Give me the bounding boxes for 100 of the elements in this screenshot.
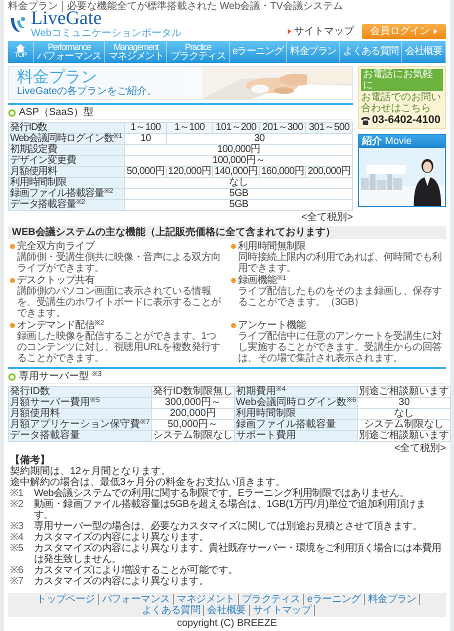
feature-title: アンケート機能 xyxy=(238,320,306,331)
table-cell: なし xyxy=(358,408,451,420)
feature-title: オンデマンド配信$^{※2}$ xyxy=(17,320,104,331)
ring-bullet-icon xyxy=(8,372,16,380)
panel-title: 紹介 xyxy=(362,136,382,147)
row-header: サポート費用 xyxy=(234,430,358,442)
tax-note: <全て税別> xyxy=(301,212,353,223)
footnote-mark: ※6 xyxy=(10,565,25,576)
footnote-mark: ※2 xyxy=(10,499,25,512)
bullet-icon xyxy=(10,323,15,328)
footnote-mark: ※5 xyxy=(10,543,25,556)
table-cell: システム制限なし xyxy=(151,430,234,442)
nav-tab[interactable]: Practice プラクティス xyxy=(167,41,230,63)
arrow-icon xyxy=(433,29,438,34)
nav-tab[interactable]: Performance パフォーマンス xyxy=(34,41,106,63)
row-header: データ搭載容量$^{※2}$ xyxy=(8,200,125,210)
footnote-text: Web会議システムでの利用に関する制限です。Eラーニング利用制限ではありません。 xyxy=(34,488,410,499)
nav-tab[interactable]: 料金プラン xyxy=(287,41,340,63)
nav-tab[interactable]: Management マネジメント xyxy=(105,41,168,63)
table-cell: 101～200 xyxy=(212,122,260,134)
row-header: 月額使用料 xyxy=(8,408,152,420)
table-cell: 1～100 xyxy=(124,122,166,134)
feature-title: 利用時間無制限 xyxy=(238,241,306,252)
logo-subtitle: Webコミュニケーションポータル xyxy=(31,28,182,39)
footnote-text: カスタマイズの内容により異なります。貴社既存サーバー・環境をご利用頂く場合には本費用は発生致しません。 xyxy=(34,543,442,565)
table-cell: 120,000円 xyxy=(166,166,213,178)
table-cell: 100,000円～ xyxy=(124,156,352,166)
footnote-text: 動画・録画ファイル搭載容量は5GBを超える場合は、1GB(1万円/月)単位で追加利用頂けます。 xyxy=(34,499,427,521)
table-cell: 140,000円 xyxy=(212,166,260,178)
ring-bullet-icon xyxy=(8,108,16,116)
footnote-text: 専用サーバー型の場合は、必要なカスタマイズに関しては別途お見積とさせて頂きます。 xyxy=(34,521,424,532)
table-cell: 別途ご相談願います xyxy=(358,386,451,398)
nav-tab[interactable]: eラーニング xyxy=(230,41,288,63)
row-header: 初期設定費 xyxy=(8,144,125,156)
feature-description: 同時接続上限内の利用であれば、何時間でも利用できます。 xyxy=(237,252,443,274)
row-header: 録画ファイル搭載容量$^{※2}$ xyxy=(8,188,125,200)
banner-subtitle: LiveGateの各プランをご紹介。 xyxy=(17,86,158,97)
bullet-icon xyxy=(231,278,236,283)
row-header: データ搭載容量 xyxy=(8,430,152,442)
table-cell: 100,000円 xyxy=(124,144,352,156)
row-header: デザイン変更費 xyxy=(8,156,125,166)
row-header: 初期費用$^{※4}$ xyxy=(234,386,358,398)
feature-description: ライブ配信したものをそのまま録画し、保存することができます。（3GB） xyxy=(237,286,443,308)
footnote-text: カスタマイズの内容により異なります。 xyxy=(34,576,210,587)
phone-icon xyxy=(361,116,370,124)
footer-link[interactable]: 会社概要 xyxy=(204,605,250,616)
feature-title: 録画機能$^{※1}$ xyxy=(238,275,286,286)
table-cell: 160,000円 xyxy=(259,166,306,178)
table-cell: 別途ご相談願います xyxy=(358,430,451,442)
row-header: 月額サーバー費用$^{※5}$ xyxy=(8,398,152,408)
home-icon xyxy=(16,44,25,52)
table-cell: 200,000円 xyxy=(306,166,352,178)
footer-link[interactable]: トップページ xyxy=(34,594,99,605)
notes-heading: 【備考】 xyxy=(10,455,51,466)
footnote-mark: ※3 xyxy=(10,521,25,532)
tagline-text: 必要な機能全てが標準搭載された Web会議・TV会議システム xyxy=(67,0,343,12)
table-cell: 200,000円 xyxy=(151,408,234,420)
panel-title: Movie xyxy=(385,136,412,147)
footer-link[interactable]: サイトマップ xyxy=(250,605,316,616)
bullet-icon xyxy=(10,278,15,283)
note-text: 契約期間は、12ヶ月間となります。 xyxy=(10,466,172,477)
nav-tab[interactable]: 会社概要 xyxy=(402,41,446,63)
footer-link[interactable]: プラクティス xyxy=(238,594,304,605)
table-cell: 301～500 xyxy=(306,122,352,134)
row-header: 月額使用料 xyxy=(8,166,125,178)
feature-description: ライブ配信中に任意のアンケートを受講生に対し実施することができます。受講生からの回答は、その場で集計され表示されます。 xyxy=(237,331,443,364)
footer-link[interactable]: eラーニング xyxy=(304,594,365,605)
table-cell: 300,000円～ xyxy=(151,398,234,408)
table-cell: 発行ID数制限無し xyxy=(151,386,234,398)
feature-description: 録画した映像を配信することができます。1つのコンテンツに対し、視聴用URLを複数発行することができます。 xyxy=(16,331,222,364)
login-button[interactable]: 会員ログイン xyxy=(362,24,446,39)
contact-caption: お電話でのお問い合わせはこちら xyxy=(361,92,442,114)
footnote-mark: ※1 xyxy=(10,488,25,499)
logo-text: LiveGate xyxy=(31,10,102,28)
row-header: Web会議同時ログイン数$^{※6}$ xyxy=(234,398,358,408)
footer-link[interactable]: パフォーマンス xyxy=(98,594,174,605)
arrow-icon xyxy=(287,29,292,34)
footnote-text: カスタマイズにより増設することが可能です。 xyxy=(34,565,239,576)
copyright-text: copyright (C) BREEZE xyxy=(176,618,278,629)
footer-link[interactable]: 料金プラン xyxy=(364,594,420,605)
table-cell: システム制限なし xyxy=(358,420,451,430)
row-header: Web会議同時ログイン数$^{※1}$ xyxy=(8,134,125,144)
footer-link[interactable]: マネジメント xyxy=(174,594,239,605)
features-heading: WEB会議システムの主な機能（上記販売価格に全て含まれております） xyxy=(8,226,446,239)
footer-link[interactable]: よくある質問 xyxy=(138,605,204,616)
footnote-text: カスタマイズの内容により異なります。 xyxy=(34,532,209,543)
nav-tab[interactable]: よくある質問 xyxy=(340,41,402,63)
bullet-icon xyxy=(10,244,15,249)
breadcrumb-text: 料金プラン xyxy=(8,0,63,12)
row-header: 発行ID数 xyxy=(8,386,152,398)
section-title: ASP（SaaS）型 xyxy=(19,107,94,118)
table-cell: 201～300 xyxy=(259,122,306,134)
sitemap-link[interactable]: サイトマップ xyxy=(287,26,354,37)
table-cell: 50,000円～ xyxy=(151,420,234,430)
bullet-icon xyxy=(231,244,236,249)
feature-title: デスクトップ共有 xyxy=(17,275,95,286)
note-text: 途中解約の場合は、最低3ヶ月分の料金をお支払い頂きます。 xyxy=(10,477,287,488)
footnote-mark: ※7 xyxy=(10,576,25,587)
feature-description: 講師側・受講生側共に映像・音声による双方向ライブができます。 xyxy=(16,252,222,274)
table-cell: 50,000円 xyxy=(124,166,166,178)
